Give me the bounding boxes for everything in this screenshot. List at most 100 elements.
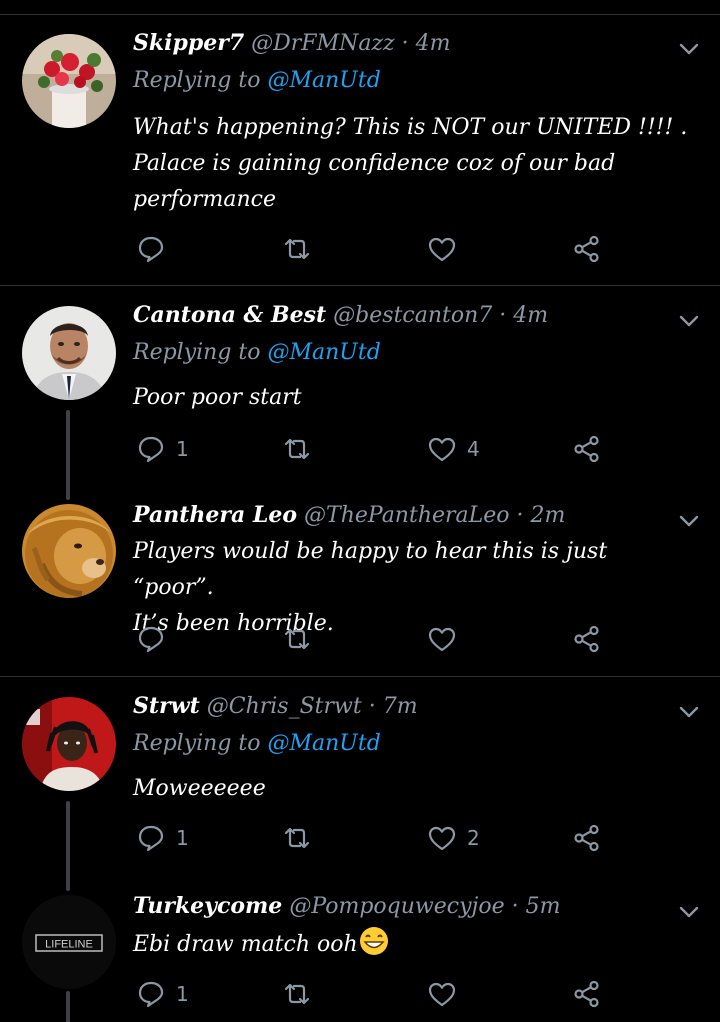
- timestamp[interactable]: 4m: [513, 303, 548, 328]
- share-icon: [574, 235, 599, 263]
- reply-icon: [138, 236, 164, 263]
- heart-icon: [428, 826, 456, 851]
- timestamp[interactable]: 7m: [383, 694, 418, 719]
- reply-button[interactable]: [136, 232, 176, 266]
- tweet-text-line: performance: [133, 187, 277, 212]
- reply-icon: [138, 626, 164, 653]
- separator-dot: ·: [511, 894, 519, 919]
- share-icon: [574, 980, 599, 1008]
- reply-button[interactable]: 1: [136, 821, 189, 855]
- user-name[interactable]: Turkeycome: [133, 893, 282, 919]
- heart-icon: [428, 982, 456, 1007]
- retweet-button[interactable]: [282, 622, 312, 656]
- reply-icon: [138, 436, 164, 463]
- share-icon: [574, 625, 599, 653]
- reply-button[interactable]: 1: [136, 977, 189, 1011]
- retweet-button[interactable]: [282, 232, 312, 266]
- tweet[interactable]: Skipper7 @DrFMNazz · 4m Replying to @Man…: [0, 0, 720, 285]
- reply-icon: [138, 825, 164, 852]
- retweet-icon: [284, 827, 310, 849]
- reply-count: 1: [176, 437, 189, 461]
- tweet-text-line: Mowееееее: [133, 776, 266, 801]
- avatar[interactable]: [22, 34, 116, 128]
- like-button[interactable]: 2: [427, 821, 480, 855]
- retweet-button[interactable]: [282, 821, 312, 855]
- action-bar: 1 2: [0, 821, 720, 855]
- tweet-text-content: Ebi draw match ooh: [133, 932, 358, 957]
- tweet[interactable]: Cantona & Best @bestcanton7 · 4m Replyin…: [0, 286, 720, 500]
- timestamp[interactable]: 5m: [526, 894, 561, 919]
- retweet-button[interactable]: [282, 977, 312, 1011]
- like-count: 2: [467, 826, 480, 850]
- timestamp[interactable]: 4m: [416, 31, 451, 56]
- tweet[interactable]: Strwt @Chris_Strwt · 7m Replying to @Man…: [0, 677, 720, 891]
- user-handle[interactable]: @ThePantheraLeo: [304, 503, 510, 528]
- avatar[interactable]: [22, 306, 116, 400]
- tweet-text-line: What's happening? This is NOT our UNITED…: [133, 115, 688, 140]
- mention-link[interactable]: @ManUtd: [268, 340, 381, 365]
- retweet-icon: [284, 983, 310, 1005]
- avatar[interactable]: LIFELINE: [22, 895, 116, 989]
- separator-dot: ·: [368, 694, 376, 719]
- user-handle[interactable]: @DrFMNazz: [251, 31, 395, 56]
- reply-button[interactable]: 1: [136, 432, 189, 466]
- mention-link[interactable]: @ManUtd: [268, 731, 381, 756]
- share-button[interactable]: [572, 821, 602, 855]
- mention-link[interactable]: @ManUtd: [268, 68, 381, 93]
- tweet[interactable]: LIFELINE Turkeycome @Pompoquwecyjoe · 5m…: [0, 887, 720, 1022]
- share-button[interactable]: [572, 232, 602, 266]
- reply-count: 1: [176, 982, 189, 1006]
- chevron-down-icon[interactable]: [678, 310, 700, 332]
- chevron-down-icon[interactable]: [678, 510, 700, 532]
- retweet-icon: [284, 238, 310, 260]
- user-handle[interactable]: @Pompoquwecyjoe: [289, 894, 504, 919]
- tweet[interactable]: Panthera Leo @ThePantheraLeo · 2m Player…: [0, 496, 720, 676]
- tweet-text: Mowееееее: [133, 771, 693, 807]
- tweet-text: Ebi draw match ooh: [133, 925, 693, 963]
- replying-to: Replying to @ManUtd: [133, 68, 381, 93]
- tweet-text: What's happening? This is NOT our UNITED…: [133, 110, 693, 218]
- user-name[interactable]: Cantona & Best: [133, 302, 326, 328]
- share-icon: [574, 435, 599, 463]
- user-handle[interactable]: @bestcanton7: [333, 303, 492, 328]
- replying-prefix: Replying to: [133, 340, 261, 365]
- share-button[interactable]: [572, 977, 602, 1011]
- chevron-down-icon[interactable]: [678, 901, 700, 923]
- replying-to: Replying to @ManUtd: [133, 340, 381, 365]
- lion-avatar-icon: [22, 504, 116, 598]
- reply-count: 1: [176, 826, 189, 850]
- user-handle[interactable]: @Chris_Strwt: [207, 694, 362, 719]
- tweet-header: Skipper7 @DrFMNazz · 4m: [133, 30, 451, 56]
- timestamp[interactable]: 2m: [531, 503, 566, 528]
- tweet-text-line: Poor poor start: [133, 385, 302, 410]
- like-button[interactable]: [427, 232, 467, 266]
- man-avatar-icon: [22, 306, 116, 400]
- like-button[interactable]: [427, 977, 467, 1011]
- like-count: 4: [467, 437, 480, 461]
- avatar[interactable]: [22, 504, 116, 598]
- person-red-avatar-icon: [22, 697, 116, 791]
- tweet-text-line: Ebi draw match ooh: [133, 925, 693, 963]
- tweet-header: Strwt @Chris_Strwt · 7m: [133, 693, 418, 719]
- tweet-header: Panthera Leo @ThePantheraLeo · 2m: [133, 502, 565, 528]
- user-name[interactable]: Panthera Leo: [133, 502, 297, 528]
- like-button[interactable]: [427, 622, 467, 656]
- separator-dot: ·: [401, 31, 409, 56]
- grinning-emoji-icon: [359, 927, 388, 955]
- separator-dot: ·: [499, 303, 507, 328]
- reply-button[interactable]: [136, 622, 176, 656]
- lifeline-avatar-icon: LIFELINE: [22, 895, 116, 989]
- like-button[interactable]: 4: [427, 432, 480, 466]
- chevron-down-icon[interactable]: [678, 701, 700, 723]
- action-bar: 1 4: [0, 432, 720, 466]
- chevron-down-icon[interactable]: [678, 38, 700, 60]
- user-name[interactable]: Skipper7: [133, 30, 244, 56]
- replying-prefix: Replying to: [133, 68, 261, 93]
- user-name[interactable]: Strwt: [133, 693, 200, 719]
- share-button[interactable]: [572, 622, 602, 656]
- retweet-button[interactable]: [282, 432, 312, 466]
- avatar[interactable]: [22, 697, 116, 791]
- tweet-text: Poor poor start: [133, 380, 693, 416]
- action-bar: 1: [0, 977, 720, 1011]
- share-button[interactable]: [572, 432, 602, 466]
